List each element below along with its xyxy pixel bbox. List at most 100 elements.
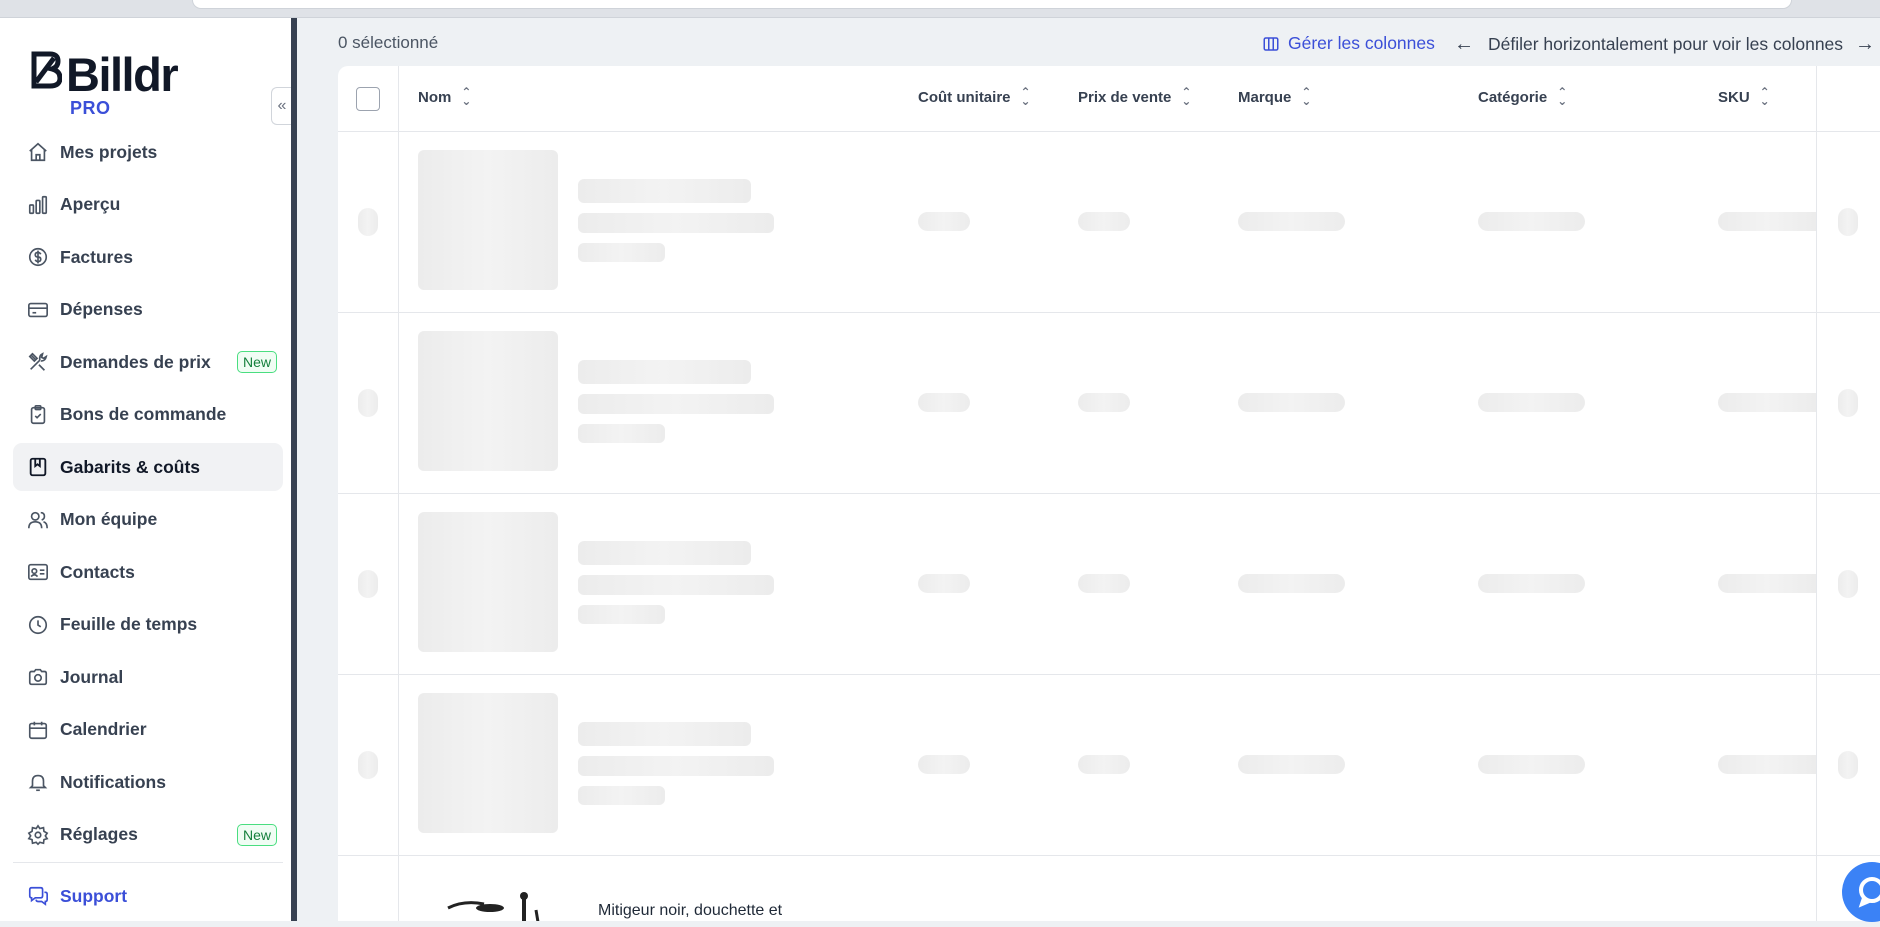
column-header-label: Nom [418, 88, 452, 106]
column-header-categorie[interactable]: Catégorie ⌃ ⌄ [1478, 86, 1567, 107]
skeleton-cell [1078, 574, 1130, 593]
sidebar-item-gabarits-couts[interactable]: Gabarits & coûts [13, 443, 283, 491]
column-divider [1816, 66, 1817, 921]
address-bar[interactable] [192, 0, 1792, 9]
horizontal-scroll-hint: ← Défiler horizontalement pour voir les … [1454, 33, 1875, 56]
column-header-marque[interactable]: Marque ⌃ ⌄ [1238, 85, 1312, 108]
clipboard-check-icon [27, 404, 49, 426]
selected-count: 0 sélectionné [338, 33, 439, 52]
product-title: Mitigeur noir, douchette et [598, 902, 783, 919]
sidebar-item-contacts[interactable]: Contacts [13, 548, 283, 596]
skeleton-line [578, 213, 774, 233]
gear-icon [27, 823, 49, 846]
skeleton-cell [1078, 212, 1130, 231]
select-all-checkbox[interactable] [356, 87, 380, 111]
column-header-cout-unitaire[interactable]: Coût unitaire ⌃ ⌄ [918, 86, 1031, 107]
brand-logo[interactable]: Billdr PRO [30, 50, 179, 118]
product-thumbnail [447, 892, 540, 921]
sidebar-item-calendrier[interactable]: Calendrier [13, 706, 283, 754]
sidebar-item-label: Bons de commande [60, 404, 227, 424]
chat-icon [1858, 877, 1880, 908]
live-chat-button[interactable] [1842, 862, 1880, 922]
tools-icon [27, 351, 49, 373]
arrow-right-icon[interactable]: → [1855, 33, 1875, 56]
sidebar-item-bons-de-commande[interactable]: Bons de commande [13, 391, 283, 439]
camera-icon [27, 666, 49, 688]
skeleton-line [578, 541, 751, 565]
scroll-hint-label: Défiler horizontalement pour voir les co… [1488, 34, 1844, 54]
sidebar-item-label: Calendrier [60, 719, 147, 739]
skeleton-cell [1478, 574, 1585, 593]
arrow-left-icon[interactable]: ← [1454, 33, 1474, 56]
sidebar-item-depenses[interactable]: Dépenses [13, 286, 283, 334]
column-header-sku[interactable]: SKU ⌃ ⌄ [1718, 86, 1770, 107]
table-header: Nom ⌃ ⌄ Coût unitaire ⌃ ⌄ Prix de vente ⌃ ⌄ Ma… [338, 66, 1880, 132]
skeleton-cell [1238, 574, 1345, 593]
new-badge: New [236, 351, 277, 373]
skeleton-cell [918, 393, 970, 412]
sidebar-item-label: Mes projets [60, 141, 158, 162]
sidebar-item-label: Demandes de prix [60, 351, 211, 372]
sidebar-item-label: Mon équipe [60, 509, 158, 529]
skeleton-cell [918, 755, 970, 774]
column-header-label: SKU [1718, 88, 1750, 106]
sidebar-item-label: Contacts [60, 561, 135, 582]
table-row[interactable]: Mitigeur noir, douchette et [338, 854, 1880, 921]
skeleton-cell [1478, 755, 1585, 774]
billdr-logo-icon [31, 51, 62, 89]
book-icon [27, 456, 49, 478]
sidebar-item-journal[interactable]: Journal [13, 653, 283, 701]
chat-support-icon [28, 886, 48, 906]
skeleton-cell [1238, 393, 1345, 412]
sort-icon: ⌃ ⌄ [1301, 85, 1312, 108]
table-row-loading [338, 675, 1880, 856]
skeleton-cell [918, 574, 970, 593]
skeleton-cell [1078, 755, 1130, 774]
home-icon [27, 141, 49, 163]
sidebar-item-mon-equipe[interactable]: Mon équipe [13, 496, 283, 544]
sidebar-item-label: Gabarits & coûts [60, 456, 201, 477]
column-header-label: Marque [1238, 88, 1292, 106]
skeleton-checkbox [358, 570, 378, 598]
sidebar-item-mes-projets[interactable]: Mes projets [13, 128, 283, 176]
column-header-prix-de-vente[interactable]: Prix de vente ⌃ ⌄ [1078, 86, 1191, 107]
support-link[interactable]: Support [27, 885, 127, 907]
bell-icon [27, 771, 49, 793]
skeleton-line [578, 243, 665, 262]
table-row-loading [338, 132, 1880, 313]
skeleton-line [578, 179, 751, 203]
skeleton-cell [918, 212, 970, 231]
sidebar-item-label: Notifications [60, 771, 166, 792]
skeleton-checkbox [358, 208, 378, 236]
skeleton-cell [1718, 755, 1816, 774]
users-icon [27, 509, 49, 531]
sidebar-item-notifications[interactable]: Notifications [13, 758, 283, 806]
sidebar-item-factures[interactable]: Factures [13, 233, 283, 281]
skeleton-thumbnail [418, 512, 558, 652]
skeleton-checkbox [358, 751, 378, 779]
sidebar-item-label: Dépenses [60, 299, 143, 319]
sidebar-item-label: Aperçu [60, 194, 121, 214]
table-row-loading [338, 313, 1880, 494]
manage-columns-button[interactable]: Gérer les colonnes [1262, 33, 1435, 54]
support-label: Support [60, 885, 128, 906]
skeleton-line [578, 360, 751, 384]
skeleton-action [1838, 570, 1858, 598]
sidebar-item-apercu[interactable]: Aperçu [13, 181, 283, 229]
skeleton-cell [1718, 574, 1816, 593]
skeleton-checkbox [358, 389, 378, 417]
sidebar-resize-edge[interactable] [291, 18, 297, 921]
column-header-nom[interactable]: Nom ⌃ ⌄ [418, 85, 472, 108]
table-row-loading [338, 494, 1880, 675]
sidebar-item-demandes-de-prix[interactable]: Demandes de prix New [13, 338, 283, 386]
skeleton-action [1838, 389, 1858, 417]
credit-card-icon [27, 299, 49, 321]
sort-icon: ⌃ ⌄ [461, 85, 472, 108]
collapse-sidebar-button[interactable]: « [271, 87, 292, 125]
column-header-label: Prix de vente [1078, 88, 1172, 106]
sidebar-item-reglages[interactable]: Réglages New [13, 811, 283, 859]
sidebar-item-feuille-de-temps[interactable]: Feuille de temps [13, 601, 283, 649]
column-header-label: Catégorie [1478, 88, 1548, 106]
calendar-icon [27, 719, 49, 741]
column-header-label: Coût unitaire [918, 88, 1011, 106]
